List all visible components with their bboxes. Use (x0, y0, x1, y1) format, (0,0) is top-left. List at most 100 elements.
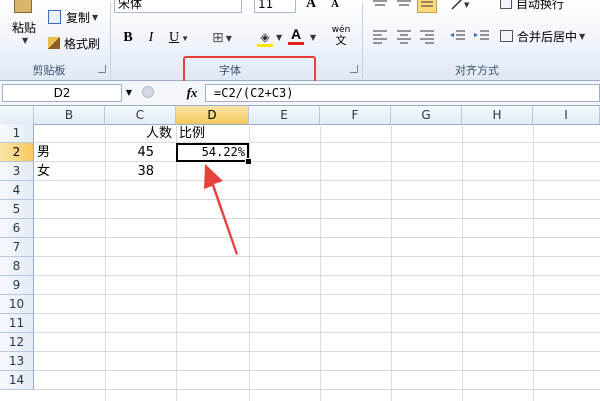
row-header-3[interactable]: 3 (0, 162, 34, 181)
row-header-12[interactable]: 12 (0, 333, 34, 352)
cell-c2[interactable]: 45 (105, 143, 176, 162)
font-color-label: A (290, 26, 302, 42)
formula-input[interactable]: =C2/(C2+C3) (205, 84, 600, 102)
copy-button[interactable]: 复制 ▼ (48, 8, 108, 26)
align-top-button[interactable] (370, 0, 390, 13)
row-header-14[interactable]: 14 (0, 371, 34, 390)
wrap-text-icon (500, 0, 512, 9)
align-middle-button[interactable] (394, 0, 414, 13)
grid-line (34, 332, 600, 333)
paste-icon (14, 0, 32, 13)
clipboard-dialog-launcher[interactable] (98, 65, 106, 73)
chevron-down-icon[interactable]: ▼ (310, 33, 316, 42)
column-header-f[interactable]: F (320, 106, 391, 124)
select-all-corner[interactable] (0, 106, 34, 124)
column-header-d[interactable]: D (176, 106, 249, 124)
alignment-group-label: 对齐方式 (455, 64, 499, 77)
bold-label: B (123, 30, 133, 45)
row-header-13[interactable]: 13 (0, 352, 34, 371)
grid-line (34, 389, 600, 390)
row-header-4[interactable]: 4 (0, 181, 34, 200)
cell-b2[interactable]: 男 (34, 143, 105, 162)
grow-font-button[interactable]: A (300, 0, 322, 15)
font-color-swatch (288, 42, 304, 45)
decrease-indent-button[interactable] (448, 27, 468, 45)
row-header-9[interactable]: 9 (0, 276, 34, 295)
format-painter-icon (48, 37, 60, 49)
border-button[interactable]: ⊞ ▼ (208, 27, 236, 49)
chevron-down-icon[interactable]: ▼ (276, 33, 282, 42)
font-name-value: 宋体 (118, 0, 143, 11)
row-header-2[interactable]: 2 (0, 143, 34, 162)
cell-b3[interactable]: 女 (34, 162, 105, 181)
format-painter-label: 格式刷 (64, 36, 101, 51)
cell-c3[interactable]: 38 (105, 162, 176, 181)
row-header-5[interactable]: 5 (0, 200, 34, 219)
font-size-input[interactable]: 11 (254, 0, 296, 13)
merge-center-icon (500, 30, 513, 42)
grid-line (34, 313, 600, 314)
grid-line (34, 237, 600, 238)
align-left-button[interactable] (370, 27, 390, 45)
font-name-input[interactable]: 宋体 (114, 0, 242, 13)
grid-line (34, 275, 600, 276)
row-header-1[interactable]: 1 (0, 124, 34, 143)
phonetic-guide-button[interactable]: wén 文 (326, 25, 356, 47)
font-dialog-launcher[interactable] (350, 65, 358, 73)
column-header-i[interactable]: I (533, 106, 600, 124)
fill-bucket-icon: ◈ (260, 29, 270, 44)
chevron-down-icon: ▼ (22, 36, 29, 45)
wrap-text-label: 自动换行 (516, 0, 565, 11)
shrink-font-button[interactable]: A (324, 0, 346, 15)
chevron-down-icon: ▼ (181, 33, 190, 43)
chevron-down-icon: ▼ (579, 31, 586, 41)
chevron-down-icon: ▼ (92, 12, 99, 22)
row-header-10[interactable]: 10 (0, 295, 34, 314)
chevron-down-icon: ▼ (225, 33, 232, 43)
row-header-8[interactable]: 8 (0, 257, 34, 276)
formula-bar-splitter-icon[interactable] (142, 86, 154, 98)
grid-line (320, 124, 321, 401)
merge-center-label: 合并后居中 (517, 29, 578, 44)
paste-button[interactable]: 粘贴 ▼ (4, 0, 44, 58)
row-header-11[interactable]: 11 (0, 314, 34, 333)
grid-line (34, 199, 600, 200)
row-header-7[interactable]: 7 (0, 238, 34, 257)
grid-line (34, 256, 600, 257)
name-box[interactable]: D2 (2, 84, 122, 102)
align-center-button[interactable] (394, 27, 414, 45)
format-painter-button[interactable]: 格式刷 (48, 34, 108, 52)
font-color-button[interactable]: A (284, 25, 308, 47)
column-header-c[interactable]: C (105, 106, 176, 124)
bold-button[interactable]: B (118, 27, 138, 49)
increase-indent-button[interactable] (472, 27, 492, 45)
column-headers: B C D E F G H I (0, 106, 600, 125)
column-header-h[interactable]: H (462, 106, 533, 124)
paste-label: 粘贴 (11, 21, 36, 35)
cell-d1[interactable]: 比例 (176, 124, 249, 143)
grid-line (34, 351, 600, 352)
grid-line (34, 218, 600, 219)
wrap-text-button[interactable]: 自动换行 (500, 0, 598, 12)
annotation-arrow (204, 164, 238, 255)
align-right-button[interactable] (417, 27, 437, 45)
align-bottom-button[interactable] (417, 0, 437, 13)
cell-c1[interactable]: 人数 (105, 124, 176, 143)
name-box-dropdown[interactable]: ▼ (122, 84, 136, 102)
align-bottom-icon (421, 1, 433, 7)
grow-font-label: A (305, 0, 317, 11)
merge-center-button[interactable]: 合并后居中 ▼ (500, 27, 598, 45)
shrink-font-label: A (331, 0, 339, 10)
phonetic-glyph-icon: 文 (335, 34, 347, 47)
underline-button[interactable]: U ▼ (164, 27, 194, 49)
insert-function-icon[interactable]: fx (182, 84, 202, 102)
orientation-button[interactable]: ▼ (448, 0, 474, 13)
copy-icon (48, 10, 61, 24)
column-header-e[interactable]: E (249, 106, 320, 124)
column-header-b[interactable]: B (34, 106, 105, 124)
italic-label: I (148, 30, 154, 45)
column-header-g[interactable]: G (391, 106, 462, 124)
italic-button[interactable]: I (141, 27, 161, 49)
grid-line (462, 124, 463, 401)
row-header-6[interactable]: 6 (0, 219, 34, 238)
